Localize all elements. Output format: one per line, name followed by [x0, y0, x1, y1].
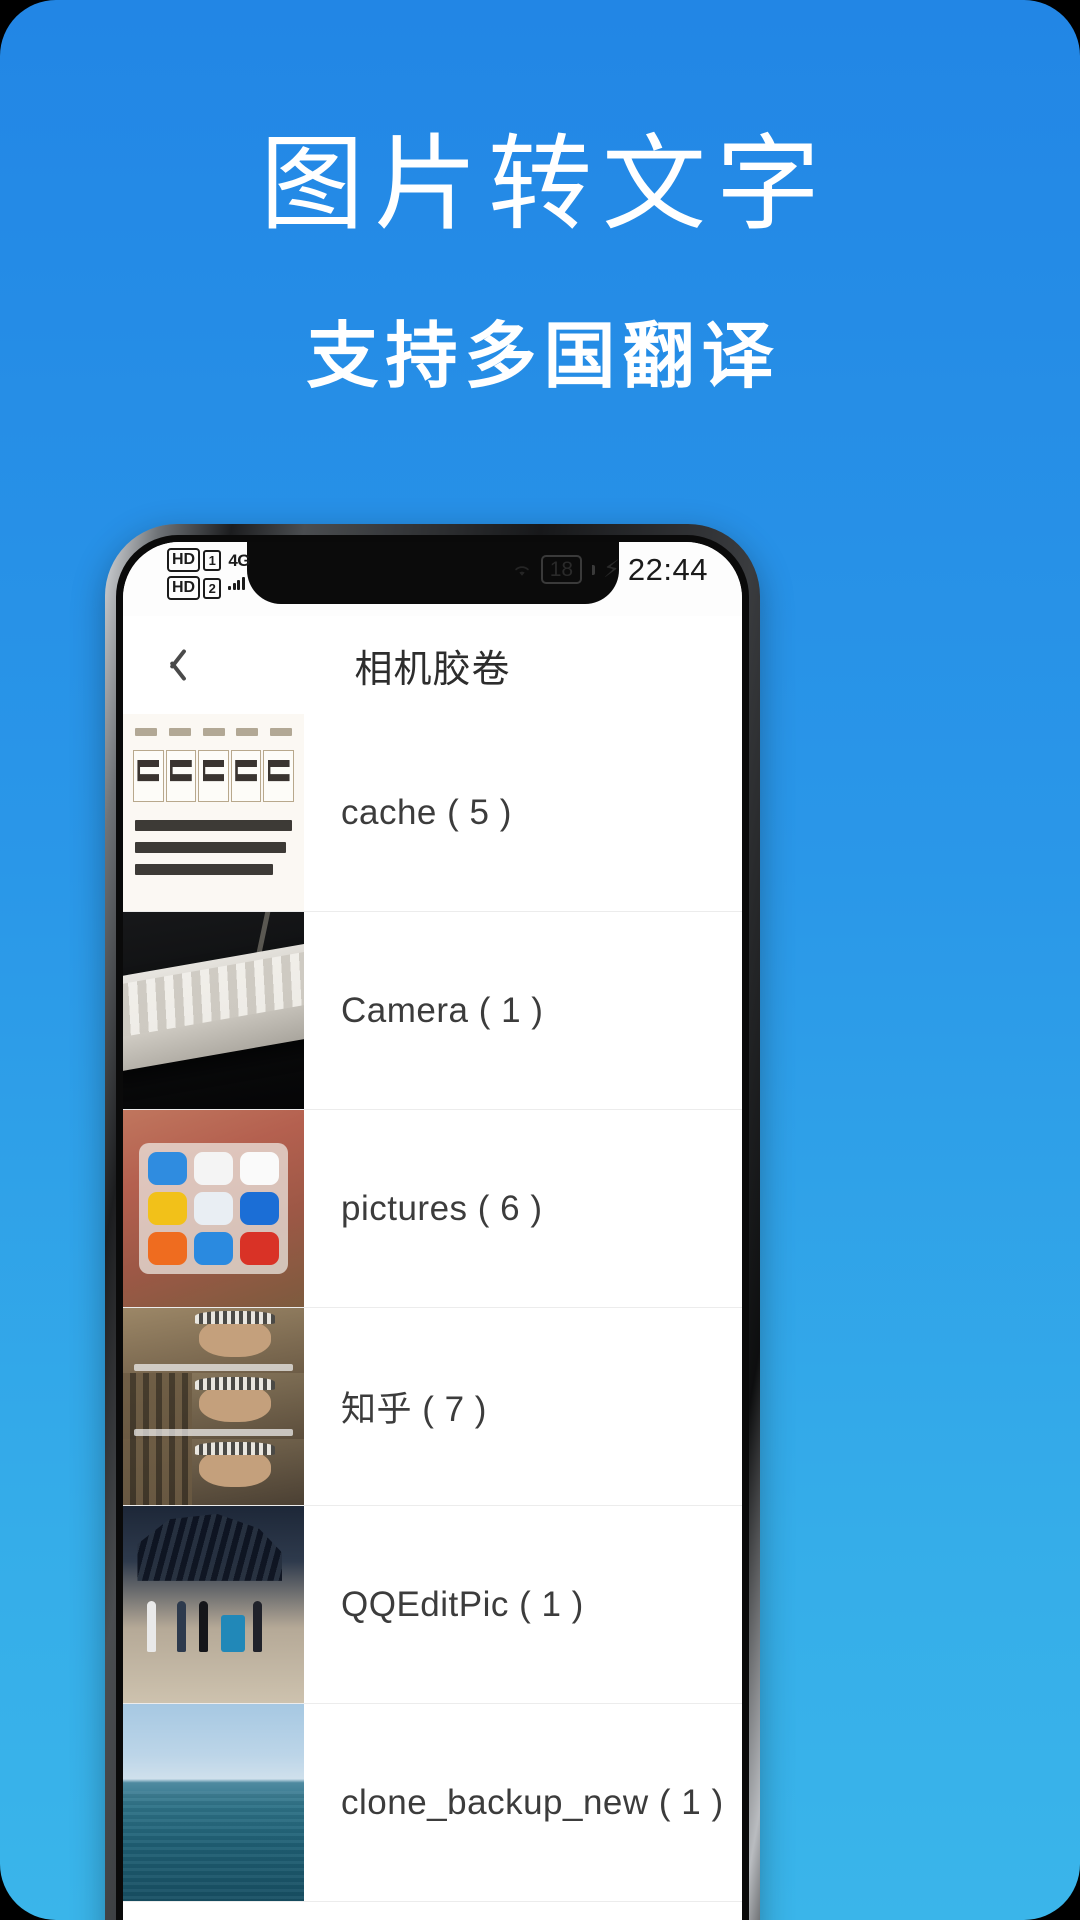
page-title: 图片转文字: [259, 127, 830, 243]
album-label: QQEditPic ( 1 ): [341, 1584, 584, 1624]
album-thumbnail: [123, 1506, 304, 1703]
status-bar-left: HD 1 HD 2 4G: [123, 542, 251, 600]
app-header: 相机胶卷: [123, 616, 742, 714]
list-item[interactable]: clone_backup_new ( 1 ): [123, 1704, 742, 1902]
phone-bezel: HD 1 HD 2 4G 18 ⚡ 22:44 相机胶卷 cache (5)…: [116, 535, 749, 1920]
wifi-icon: [514, 565, 529, 576]
sim2-number: 2: [203, 577, 222, 599]
list-item[interactable]: [123, 1902, 742, 1920]
chevron-left-icon: [160, 645, 182, 685]
network-indicators: 4G: [228, 548, 251, 590]
album-list[interactable]: cache ( 5 ) Camera ( 1 ) pictures (6) …: [123, 714, 742, 1920]
status-bar-right: 18 ⚡ 22:44: [511, 542, 742, 585]
battery-level-text: 18: [549, 558, 574, 581]
album-thumbnail: [123, 1308, 304, 1505]
hd-icon: HD: [167, 576, 201, 600]
album-label: Camera ( 1 ): [341, 990, 544, 1030]
phone-screen: HD 1 HD 2 4G 18 ⚡ 22:44 相机胶卷 cache (5)…: [123, 542, 742, 1920]
sim2-hd-badge: HD 2: [167, 576, 222, 600]
album-thumbnail: [123, 714, 304, 911]
list-item[interactable]: cache ( 5 ): [123, 714, 742, 912]
album-thumbnail: [123, 912, 304, 1109]
status-bar-clock: 22:44: [627, 552, 708, 587]
status-bar: HD 1 HD 2 4G 18 ⚡ 22:44: [123, 542, 742, 616]
album-label: cache ( 5 ): [341, 792, 512, 832]
phone-mockup: HD 1 HD 2 4G 18 ⚡ 22:44 相机胶卷 cache (5)…: [105, 524, 760, 1920]
album-thumbnail: [123, 1704, 304, 1901]
album-label: 知乎 ( 7 ): [341, 1390, 487, 1429]
sim1-number: 1: [203, 549, 222, 571]
charging-bolt-icon: ⚡: [603, 555, 620, 583]
page-subtitle: 支持多国翻译: [306, 317, 781, 397]
list-item[interactable]: pictures ( 6 ): [123, 1110, 742, 1308]
sim-indicators: HD 1 HD 2: [167, 548, 222, 600]
promo-poster: 图片转文字 支持多国翻译 HD 1 HD 2 4G 18 ⚡ 22:44 相机胶…: [0, 0, 1080, 1920]
album-label: [304, 1902, 742, 1920]
signal-bars-icon: [228, 576, 250, 590]
sim1-hd-badge: HD 1: [167, 548, 222, 572]
back-button[interactable]: [123, 616, 219, 714]
hd-icon: HD: [167, 548, 201, 572]
battery-cap-icon: [592, 564, 596, 575]
list-item[interactable]: QQEditPic ( 1 ): [123, 1506, 742, 1704]
list-item[interactable]: Camera ( 1 ): [123, 912, 742, 1110]
album-thumbnail: [123, 1110, 304, 1307]
network-type-label: 4G: [228, 551, 251, 570]
battery-indicator: 18: [540, 555, 583, 584]
album-thumbnail: [123, 1902, 304, 1920]
album-label: clone_backup_new ( 1 ): [341, 1782, 724, 1822]
list-item[interactable]: 知乎 ( 7 ): [123, 1308, 742, 1506]
album-label: pictures ( 6 ): [341, 1188, 543, 1228]
